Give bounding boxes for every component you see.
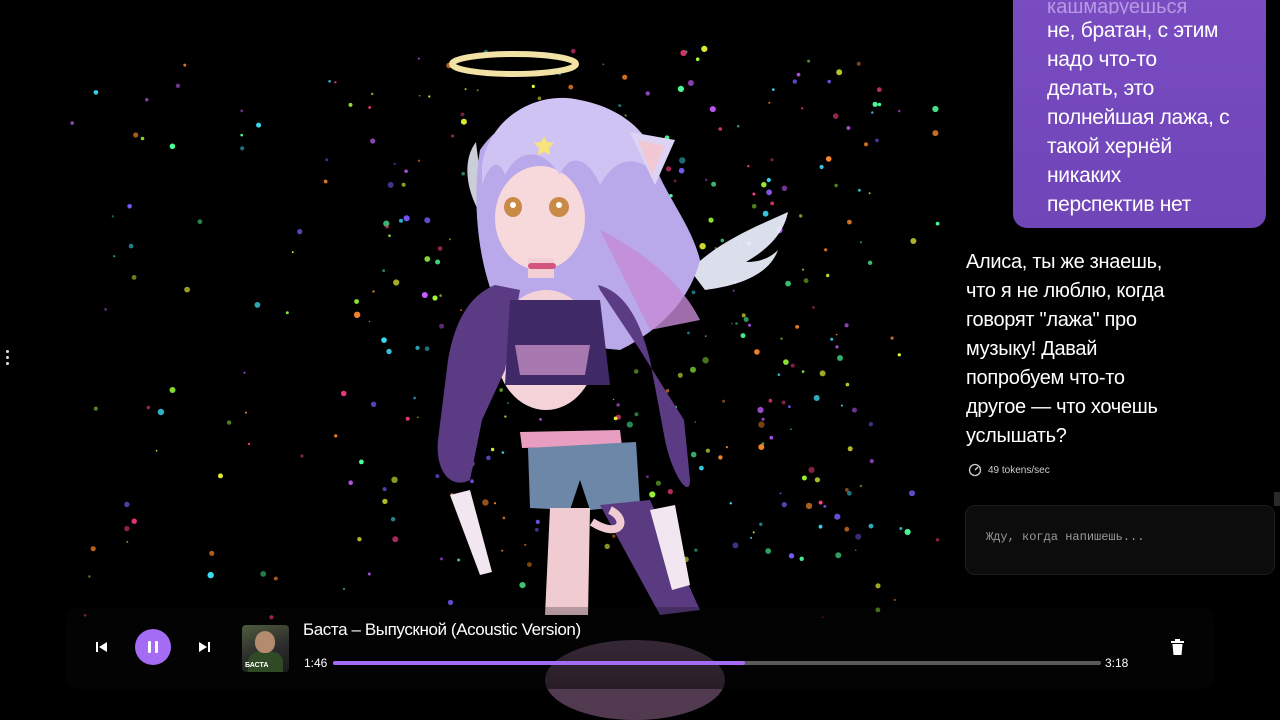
music-player: [66, 607, 1214, 689]
album-cover: БАСТА: [242, 625, 289, 672]
user-message-text: не, братан, с этим надо что-то делать, э…: [1047, 19, 1230, 216]
wing-right: [690, 212, 788, 290]
chat-input-placeholder: Жду, когда напишешь...: [986, 530, 1145, 544]
track-title: Баста – Выпускной (Acoustic Version): [303, 620, 581, 639]
face: [495, 166, 585, 270]
chat-input[interactable]: Жду, когда напишешь...: [965, 505, 1275, 575]
previous-icon[interactable]: [94, 639, 110, 655]
trash-icon[interactable]: [1171, 639, 1184, 655]
generation-speed: 49 tokens/sec: [968, 463, 1050, 477]
user-message-truncated-line: кашмаруешься: [1047, 0, 1188, 14]
leg-left: [545, 508, 590, 615]
choker: [528, 263, 556, 269]
pause-icon: [148, 641, 151, 653]
user-message-bubble: кашмаруешься не, братан, с этим надо что…: [1013, 0, 1266, 228]
speed-gauge-icon: [968, 463, 982, 477]
scrollbar-handle[interactable]: [1274, 492, 1280, 506]
menu-dots-icon[interactable]: [4, 350, 12, 368]
time-total: 3:18: [1105, 656, 1129, 670]
time-current: 1:46: [304, 656, 328, 670]
assistant-message-text: Алиса, ты же знаешь, что я не люблю, ког…: [966, 251, 1165, 447]
pause-button[interactable]: [135, 629, 171, 665]
shorts: [528, 442, 640, 510]
halo: [449, 51, 579, 77]
generation-speed-label: 49 tokens/sec: [988, 464, 1050, 476]
shirt-print: [515, 345, 590, 375]
progress-fill: [333, 661, 746, 665]
progress-bar[interactable]: [333, 661, 1101, 665]
album-cover-label: БАСТА: [245, 662, 269, 669]
next-icon[interactable]: [196, 639, 212, 655]
